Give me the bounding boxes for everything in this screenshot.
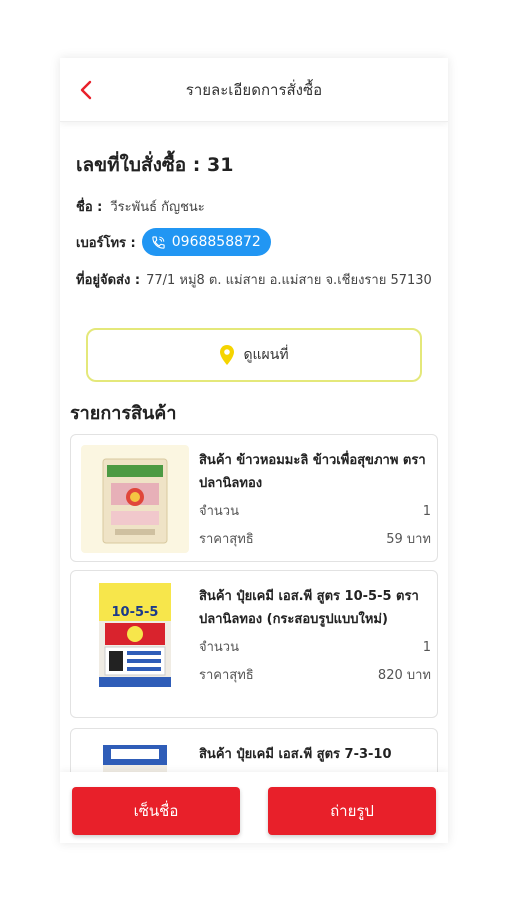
quantity-row: จำนวน 1 [199, 501, 431, 523]
bag-formula-label: 10-5-5 [112, 605, 159, 620]
order-number: เลขที่ใบสั่งซื้อ : 31 [76, 154, 234, 176]
quantity-label: จำนวน [199, 640, 239, 655]
phone-icon [152, 235, 165, 249]
phone-number: 0968858872 [171, 234, 261, 250]
chevron-left-icon [80, 80, 92, 100]
quantity-value: 1 [422, 640, 431, 655]
phone-label: เบอร์โทร : [76, 235, 136, 251]
product-info: สินค้า ข้าวหอมมะลิ ข้าวเพื่อสุขภาพ ตราปล… [199, 449, 431, 551]
product-name: สินค้า ข้าวหอมมะลิ ข้าวเพื่อสุขภาพ ตราปล… [199, 453, 426, 491]
view-map-button[interactable]: ดูแผนที่ [86, 328, 422, 382]
product-name: สินค้า ปุ๋ยเคมี เอส.พี สูตร 7-3-10 [199, 747, 392, 762]
customer-name: วีระพันธ์ กัญชนะ [110, 200, 205, 215]
rice-bag-image [102, 458, 168, 544]
product-card[interactable]: สินค้า ปุ๋ยเคมี เอส.พี สูตร 7-3-10 [70, 728, 438, 772]
customer-name-row: ชื่อ : วีระพันธ์ กัญชนะ [76, 196, 205, 217]
address-label: ที่อยู่จัดส่ง : [76, 273, 141, 288]
quantity-label: จำนวน [199, 504, 239, 519]
quantity-value: 1 [422, 504, 431, 519]
call-phone-button[interactable]: 0968858872 [141, 228, 271, 256]
product-image-fertilizer: 10-5-5 [81, 581, 189, 689]
take-photo-button[interactable]: ถ่ายรูป [268, 787, 436, 835]
product-card[interactable]: 10-5-5 สินค้า ปุ๋ยเคมี เอส.พี สูตร 10-5-… [70, 570, 438, 718]
top-bar: รายละเอียดการสั่งซื้อ [60, 58, 448, 122]
product-info: สินค้า ปุ๋ยเคมี เอส.พี สูตร 7-3-10 [199, 743, 431, 766]
order-detail-content[interactable]: เลขที่ใบสั่งซื้อ : 31 ชื่อ : วีระพันธ์ ก… [60, 122, 448, 772]
price-label: ราคาสุทธิ [199, 668, 254, 683]
app-screen: รายละเอียดการสั่งซื้อ เลขที่ใบสั่งซื้อ :… [60, 58, 448, 843]
quantity-row: จำนวน 1 [199, 637, 431, 659]
address-row: ที่อยู่จัดส่ง : 77/1 หมู่8 ต. แม่สาย อ.แ… [76, 270, 432, 292]
price-row: ราคาสุทธิ 59 บาท [199, 529, 431, 551]
price-label: ราคาสุทธิ [199, 532, 254, 547]
price-value: 820 บาท [377, 668, 431, 683]
product-image-rice [81, 445, 189, 553]
phone-row: เบอร์โทร : 0968858872 [76, 228, 271, 256]
fertilizer-bag-image: 10-5-5 [99, 583, 171, 687]
address-value: 77/1 หมู่8 ต. แม่สาย อ.แม่สาย จ.เชียงราย… [146, 273, 432, 288]
price-value: 59 บาท [386, 532, 431, 547]
bottom-action-bar: เซ็นชื่อ ถ่ายรูป [60, 772, 448, 843]
map-pin-icon [220, 345, 235, 365]
back-button[interactable] [72, 76, 100, 104]
view-map-label: ดูแผนที่ [243, 347, 289, 363]
sign-button[interactable]: เซ็นชื่อ [72, 787, 240, 835]
price-row: ราคาสุทธิ 820 บาท [199, 665, 431, 687]
product-info: สินค้า ปุ๋ยเคมี เอส.พี สูตร 10-5-5 ตราปล… [199, 585, 431, 687]
product-image-fertilizer-2 [81, 739, 189, 772]
product-name: สินค้า ปุ๋ยเคมี เอส.พี สูตร 10-5-5 ตราปล… [199, 589, 419, 627]
fertilizer-bag-image [103, 745, 167, 772]
product-card[interactable]: สินค้า ข้าวหอมมะลิ ข้าวเพื่อสุขภาพ ตราปล… [70, 434, 438, 562]
name-label: ชื่อ : [76, 200, 103, 215]
products-section-title: รายการสินค้า [70, 403, 177, 424]
page-title: รายละเอียดการสั่งซื้อ [185, 80, 323, 99]
